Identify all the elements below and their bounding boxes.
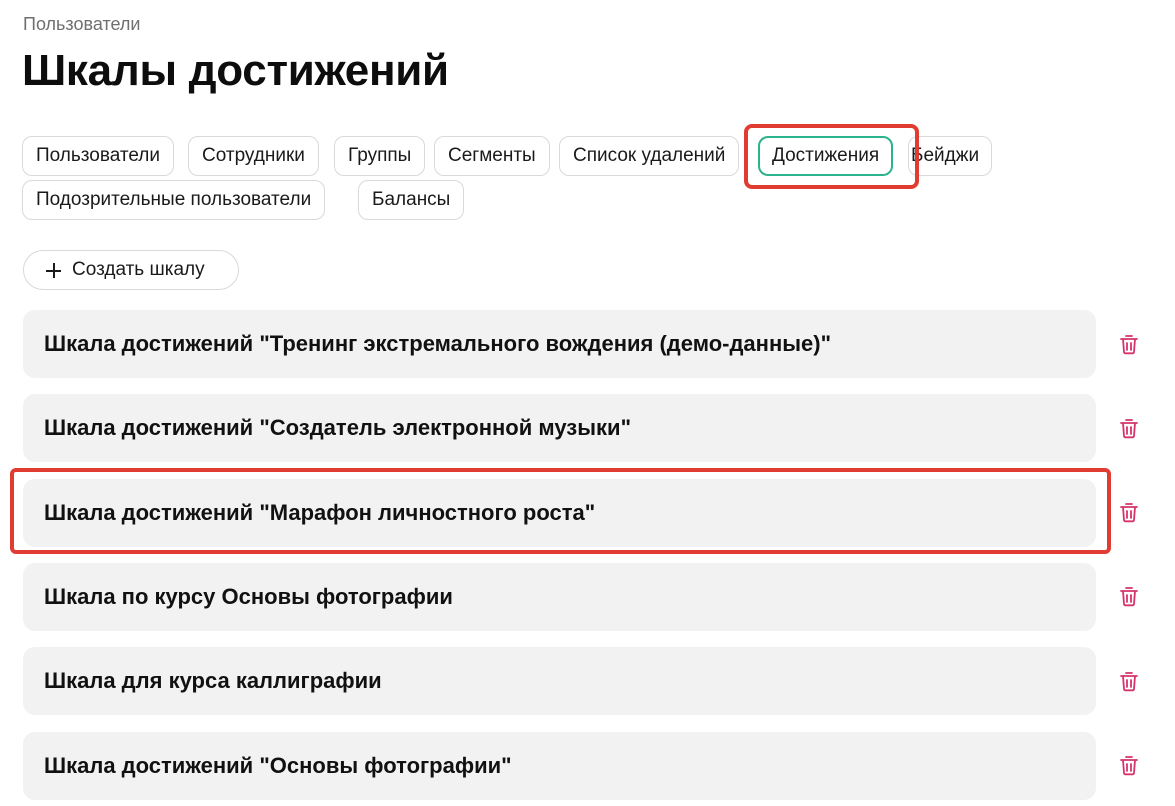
- trash-icon[interactable]: [1118, 670, 1140, 692]
- trash-icon[interactable]: [1118, 333, 1140, 355]
- page: Пользователи Шкалы достижений Пользовате…: [0, 0, 1175, 806]
- tab-balances[interactable]: Балансы: [358, 180, 465, 220]
- scale-row[interactable]: Шкала достижений "Создатель электронной …: [23, 394, 1096, 462]
- trash-icon[interactable]: [1118, 417, 1140, 439]
- trash-icon[interactable]: [1118, 754, 1140, 776]
- tab-deletion-list[interactable]: Список удалений: [559, 136, 740, 176]
- tab-segments[interactable]: Сегменты: [434, 136, 550, 176]
- page-title: Шкалы достижений: [22, 46, 449, 95]
- trash-icon[interactable]: [1118, 501, 1140, 523]
- scale-row[interactable]: Шкала достижений "Тренинг экстремального…: [23, 310, 1096, 378]
- scale-row[interactable]: Шкала достижений "Основы фотографии": [23, 732, 1096, 800]
- tab-users[interactable]: Пользователи: [22, 136, 175, 176]
- scale-row[interactable]: Шкала достижений "Марафон личностного ро…: [23, 479, 1096, 547]
- plus-icon: [46, 262, 61, 278]
- create-scale-label: Создать шкалу: [72, 259, 205, 280]
- tab-badges[interactable]: Бейджи: [908, 136, 993, 176]
- tab-suspicious-users[interactable]: Подозрительные пользователи: [22, 180, 326, 220]
- create-scale-button[interactable]: Создать шкалу: [23, 250, 239, 290]
- scale-row[interactable]: Шкала для курса каллиграфии: [23, 647, 1096, 715]
- scale-row[interactable]: Шкала по курсу Основы фотографии: [23, 563, 1096, 631]
- tab-employees[interactable]: Сотрудники: [188, 136, 319, 176]
- breadcrumb[interactable]: Пользователи: [23, 14, 140, 35]
- tab-achievements[interactable]: Достижения: [758, 136, 894, 176]
- tab-groups[interactable]: Группы: [334, 136, 426, 176]
- trash-icon[interactable]: [1118, 585, 1140, 607]
